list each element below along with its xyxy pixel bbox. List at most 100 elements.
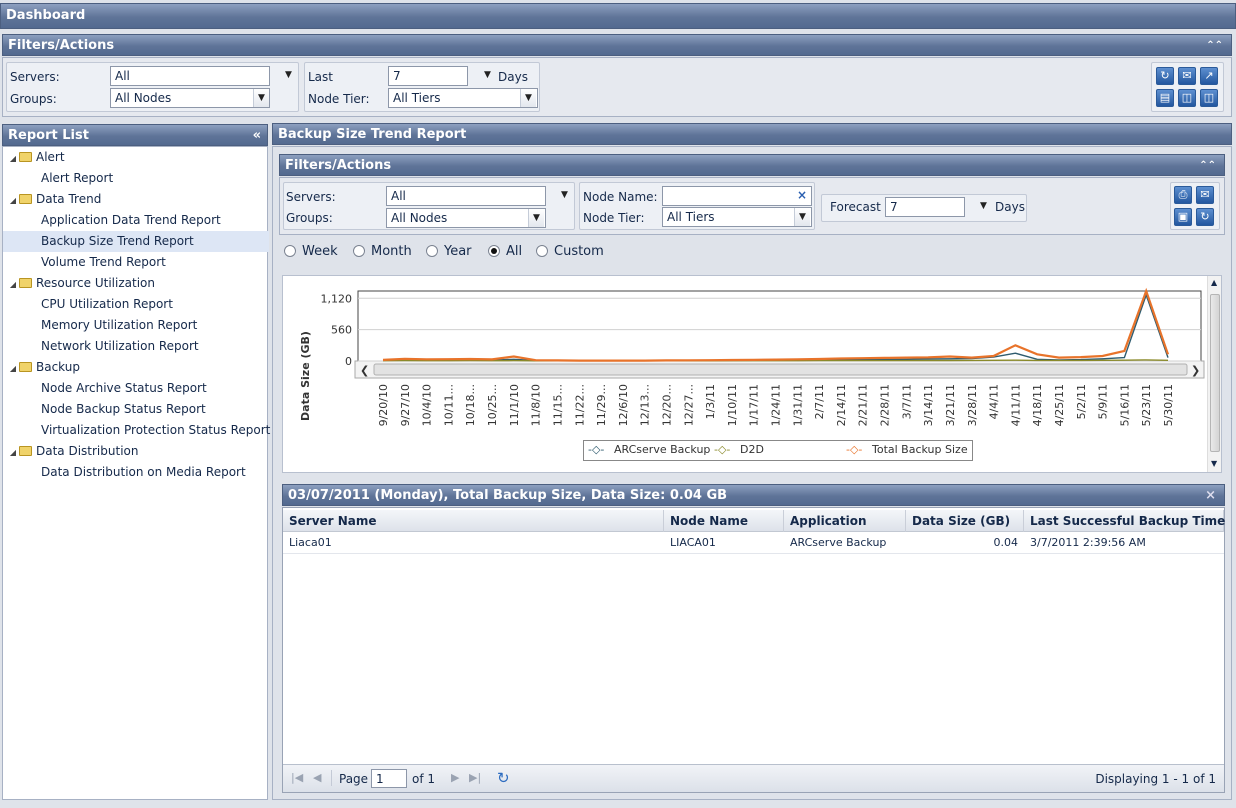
servers-label: Servers: [10,70,60,84]
report-groups-select[interactable]: All Nodes [386,208,546,228]
x-tick-label: 10/11... [442,384,455,426]
email-icon[interactable]: ✉ [1178,67,1196,85]
table-row[interactable]: Liaca01 LIACA01 ARCserve Backup 0.04 3/7/201… [283,532,1224,554]
tree-report-item[interactable]: Virtualization Protection Status Report [3,420,270,441]
period-radio-month[interactable] [353,245,365,257]
tree-report-item[interactable]: Node Backup Status Report [3,399,269,420]
forecast-dropdown-icon[interactable]: ▼ [980,201,987,211]
page-number-input[interactable]: 1 [371,769,407,788]
table-cell: 0.04 [993,536,1019,549]
clear-node-name-icon[interactable]: × [797,188,807,202]
column-header[interactable]: Server Name [283,510,664,532]
column-header[interactable]: Last Successful Backup Time [1024,510,1225,532]
node-tier-dropdown-icon[interactable]: ▼ [520,89,536,107]
close-detail-icon[interactable]: × [1205,485,1216,507]
report-node-tier-dropdown-icon[interactable]: ▼ [794,208,810,226]
period-radio-all[interactable] [488,245,500,257]
tree-report-item[interactable]: Memory Utilization Report [3,315,269,336]
scroll-down-icon[interactable]: ▼ [1211,459,1217,468]
period-label: Week [302,244,338,259]
save-icon[interactable]: ▣ [1174,208,1192,226]
first-page-icon[interactable]: |◀ [291,771,303,784]
tree-folder[interactable]: ◢ Alert [3,147,269,168]
column-header[interactable]: Application [784,510,906,532]
tree-report-item[interactable]: Application Data Trend Report [3,210,269,231]
dashboard-titlebar: Dashboard [0,3,1236,29]
grid-header-row: Server Name Node Name Application Data Size… [283,510,1225,532]
expand-arrow-icon[interactable]: ◢ [7,148,19,169]
report-node-tier-select[interactable]: All Tiers [662,207,812,227]
tree-folder[interactable]: ◢ Backup [3,357,269,378]
report-email-icon[interactable]: ✉ [1196,186,1214,204]
x-tick-label: 10/18... [464,384,477,426]
layout-two-column-icon[interactable]: ◫ [1178,89,1196,107]
x-tick-label: 4/18/11 [1031,384,1044,426]
period-radio-week[interactable] [284,245,296,257]
refresh-icon[interactable]: ↻ [1156,67,1174,85]
forecast-input[interactable]: 7 [885,197,965,217]
period-radio-custom[interactable] [536,245,548,257]
export-icon[interactable]: ↗ [1200,67,1218,85]
expand-arrow-icon[interactable]: ◢ [7,442,19,463]
tree-report-item[interactable]: Alert Report [3,168,269,189]
grid-body: Liaca01 LIACA01 ARCserve Backup 0.04 3/7/201… [283,532,1224,752]
table-cell: ARCserve Backup [790,536,887,549]
tree-item-label: Resource Utilization [36,276,155,290]
tree-item-label: Network Utilization Report [41,339,199,353]
last-days-input[interactable]: 7 [388,66,468,86]
period-label: All [506,244,523,259]
collapse-icon[interactable]: ⌃⌃ [1206,35,1223,57]
tree-folder[interactable]: ◢ Resource Utilization [3,273,269,294]
servers-dropdown-icon[interactable]: ▼ [285,70,292,80]
expand-arrow-icon[interactable]: ◢ [7,274,19,295]
last-dropdown-icon[interactable]: ▼ [484,70,491,80]
tree-report-item[interactable]: Node Archive Status Report [3,378,269,399]
print-icon[interactable]: ⎙ [1174,186,1192,204]
chart-vscrollbar[interactable]: ▲ ▼ [1207,276,1221,472]
report-refresh-icon[interactable]: ↻ [1196,208,1214,226]
forecast-days-label: Days [995,200,1025,214]
tree-report-item[interactable]: Network Utilization Report [3,336,269,357]
x-tick-label: 5/16/11 [1118,384,1131,426]
x-tick-label: 5/30/11 [1162,384,1175,426]
report-groups-dropdown-icon[interactable]: ▼ [528,209,544,227]
legend-marker-icon: -◇- [846,443,863,456]
expand-arrow-icon[interactable]: ◢ [7,358,19,379]
groups-select[interactable]: All Nodes [110,88,270,108]
node-name-input[interactable] [662,186,812,206]
tree-item-label: Volume Trend Report [41,255,166,269]
node-tier-select[interactable]: All Tiers [388,88,538,108]
tree-folder[interactable]: ◢ Data Distribution [3,441,269,462]
report-filters-header[interactable]: Filters/Actions ⌃⌃ [279,154,1225,176]
tree-report-item[interactable]: Volume Trend Report [3,252,269,273]
layout-three-column-icon[interactable]: ◫ [1200,89,1218,107]
tree-report-item[interactable]: Backup Size Trend Report [3,231,269,252]
prev-page-icon[interactable]: ◀ [313,771,321,784]
layout-one-column-icon[interactable]: ▤ [1156,89,1174,107]
report-filters-collapse-icon[interactable]: ⌃⌃ [1199,155,1216,177]
groups-dropdown-icon[interactable]: ▼ [253,89,269,107]
report-servers-select[interactable]: All [386,186,546,206]
filters-header[interactable]: Filters/Actions ⌃⌃ [2,34,1232,56]
servers-select[interactable]: All [110,66,270,86]
table-cell: Liaca01 [289,536,332,549]
folder-icon [19,278,32,288]
scroll-up-icon[interactable]: ▲ [1211,278,1217,287]
next-page-icon[interactable]: ▶ [451,771,459,784]
tree-folder[interactable]: ◢ Data Trend [3,189,269,210]
collapse-sidebar-icon[interactable]: « [253,125,261,147]
column-header[interactable]: Node Name [664,510,784,532]
tree-report-item[interactable]: Data Distribution on Media Report [3,462,269,483]
grid-refresh-icon[interactable]: ↻ [497,769,510,787]
tree-item-label: Data Distribution [36,444,139,458]
period-radio-year[interactable] [426,245,438,257]
tree-report-item[interactable]: CPU Utilization Report [3,294,269,315]
last-page-icon[interactable]: ▶| [469,771,481,784]
report-servers-dropdown-icon[interactable]: ▼ [561,190,568,200]
tree-item-label: Backup [36,360,80,374]
report-titlebar: Backup Size Trend Report [272,123,1232,145]
expand-arrow-icon[interactable]: ◢ [7,190,19,211]
column-header[interactable]: Data Size (GB) [906,510,1024,532]
scroll-thumb[interactable] [1210,294,1220,452]
dashboard-title: Dashboard [6,8,86,23]
